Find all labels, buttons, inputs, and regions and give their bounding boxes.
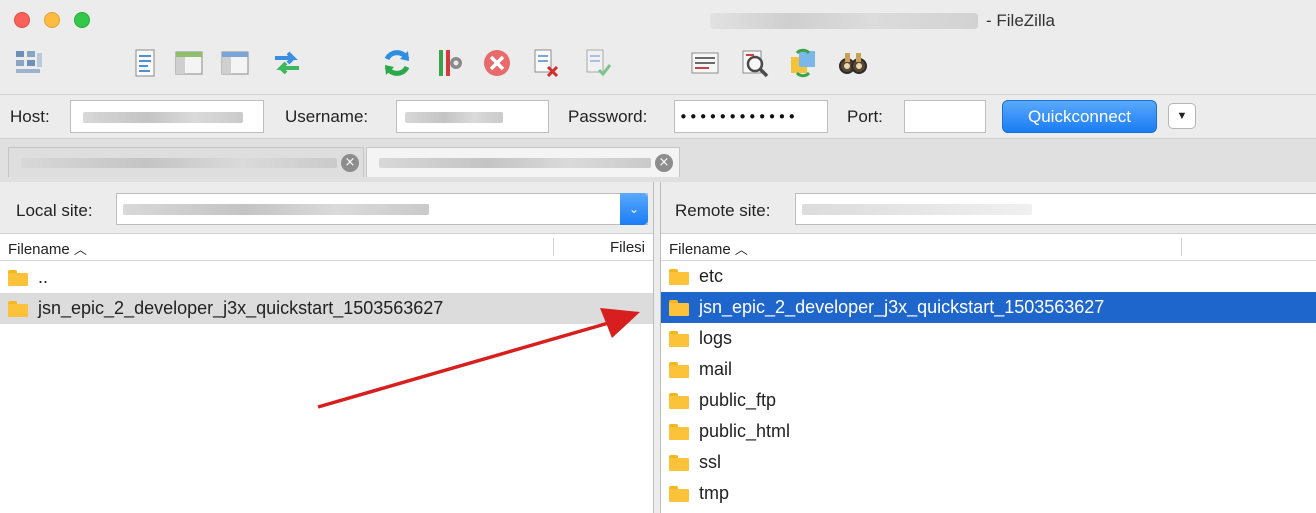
folder-icon (669, 423, 689, 440)
remote-file-row[interactable]: mail (661, 354, 1316, 385)
quickconnect-button[interactable]: Quickconnect (1002, 100, 1157, 133)
remote-file-row[interactable]: public_ftp (661, 385, 1316, 416)
site-manager-icon[interactable] (12, 46, 46, 80)
quickconnect-dropdown[interactable]: ▼ (1168, 103, 1196, 129)
window-title: - FileZilla (710, 11, 1055, 31)
remote-site-combo[interactable] (795, 193, 1316, 225)
folder-icon (669, 361, 689, 378)
port-input[interactable] (904, 100, 986, 133)
file-name: jsn_epic_2_developer_j3x_quickstart_1503… (38, 298, 444, 318)
file-name: jsn_epic_2_developer_j3x_quickstart_1503… (699, 297, 1105, 317)
redacted-remote-path (802, 204, 1032, 215)
tab-bar: × × (0, 138, 1316, 182)
window-title-text: - FileZilla (986, 11, 1055, 30)
local-pane: Local site: ⌄ Filename ︿ Filesi .. jsn_e… (0, 182, 654, 513)
sort-ascending-icon: ︿ (73, 243, 87, 258)
remote-file-row[interactable]: ssl (661, 447, 1316, 478)
folder-icon (8, 269, 28, 286)
remote-file-row[interactable]: tmp (661, 478, 1316, 509)
port-label: Port: (847, 107, 883, 126)
process-queue-icon[interactable] (432, 46, 466, 80)
local-column-header: Filename ︿ Filesi (0, 234, 653, 261)
local-file-row[interactable]: .. (0, 262, 653, 293)
local-site-bar: Local site: ⌄ (0, 182, 653, 234)
chevron-down-icon: ⌄ (628, 202, 640, 216)
remote-pane: Remote site: Filename ︿ etc jsn_epic_2_d… (660, 182, 1316, 513)
redacted-tab-title (21, 158, 337, 168)
remote-col-filename[interactable]: Filename ︿ (669, 239, 748, 258)
host-input[interactable] (70, 100, 264, 133)
file-name: logs (699, 328, 733, 348)
file-name: etc (699, 266, 724, 286)
local-site-label: Local site: (16, 201, 93, 220)
folder-icon (669, 454, 689, 471)
folder-icon (669, 485, 689, 502)
quickconnect-bar: Host: Username: Password: •••••••••••• P… (0, 94, 1316, 138)
refresh-icon[interactable] (380, 46, 414, 80)
remote-file-row[interactable]: logs (661, 323, 1316, 354)
close-window-button[interactable] (14, 12, 30, 28)
file-name: .. (38, 267, 49, 287)
remote-tree-icon[interactable] (218, 46, 252, 80)
tab-server-1[interactable]: × (8, 147, 364, 177)
disconnect-icon[interactable] (528, 46, 562, 80)
remote-file-row[interactable]: public_html (661, 416, 1316, 447)
file-name: public_ftp (699, 390, 777, 410)
local-tree-icon[interactable] (172, 46, 206, 80)
redacted-server-name (710, 13, 978, 29)
host-label: Host: (10, 107, 50, 126)
local-file-row[interactable]: jsn_epic_2_developer_j3x_quickstart_1503… (0, 293, 653, 324)
folder-icon (669, 299, 689, 316)
redacted-username (405, 112, 503, 123)
chevron-down-icon: ▼ (1176, 110, 1188, 122)
tab-server-2[interactable]: × (366, 147, 680, 177)
sort-ascending-icon: ︿ (734, 243, 748, 258)
local-site-dropdown[interactable]: ⌄ (620, 193, 648, 225)
file-name: mail (699, 359, 733, 379)
sync-browse-icon[interactable] (786, 46, 820, 80)
column-separator[interactable] (553, 238, 554, 256)
folder-icon (669, 268, 689, 285)
reconnect-icon[interactable] (580, 46, 614, 80)
file-name: public_html (699, 421, 791, 441)
local-col-filesize[interactable]: Filesi (610, 239, 645, 256)
search-icon[interactable] (836, 46, 870, 80)
filter-icon[interactable] (688, 46, 722, 80)
zoom-window-button[interactable] (74, 12, 90, 28)
username-label: Username: (285, 107, 369, 126)
transfer-queue-icon[interactable] (270, 46, 304, 80)
column-separator[interactable] (1181, 238, 1182, 256)
cancel-icon[interactable] (480, 46, 514, 80)
redacted-host (83, 112, 243, 123)
redacted-tab-title (379, 158, 651, 168)
close-tab-icon[interactable]: × (341, 154, 359, 172)
local-col-filename[interactable]: Filename ︿ (8, 239, 87, 258)
message-log-icon[interactable] (128, 46, 162, 80)
password-value: •••••••••••• (679, 108, 798, 126)
folder-icon (669, 330, 689, 347)
username-input[interactable] (396, 100, 549, 133)
minimize-window-button[interactable] (44, 12, 60, 28)
remote-file-row[interactable]: etc (661, 261, 1316, 292)
close-tab-icon[interactable]: × (655, 154, 673, 172)
remote-site-bar: Remote site: (661, 182, 1316, 234)
remote-file-row-selected[interactable]: jsn_epic_2_developer_j3x_quickstart_1503… (661, 292, 1316, 323)
remote-site-label: Remote site: (675, 201, 771, 220)
file-name: ssl (699, 452, 721, 472)
file-name: tmp (699, 483, 730, 503)
folder-icon (669, 392, 689, 409)
folder-icon (8, 300, 28, 317)
redacted-local-path (123, 204, 429, 215)
compare-icon[interactable] (738, 46, 772, 80)
password-label: Password: (568, 107, 648, 126)
password-input[interactable]: •••••••••••• (674, 100, 828, 133)
toolbar (0, 40, 1316, 94)
remote-column-header: Filename ︿ (661, 234, 1316, 261)
title-bar: - FileZilla (0, 0, 1316, 40)
local-site-combo[interactable]: ⌄ (116, 193, 648, 225)
